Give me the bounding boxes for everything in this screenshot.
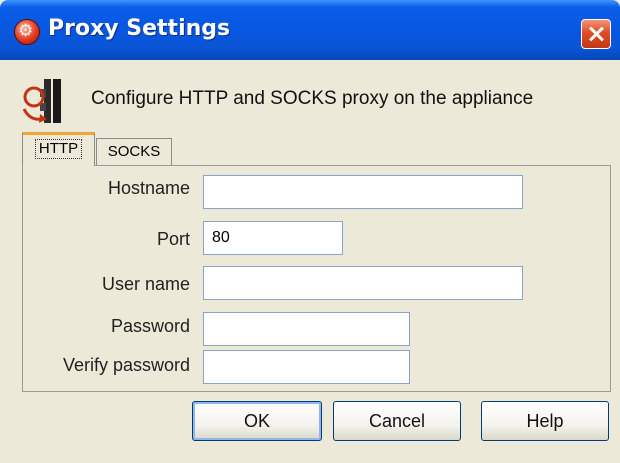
- port-field[interactable]: 80: [203, 221, 343, 255]
- tab-http-label: HTTP: [34, 139, 83, 159]
- hostname-label: Hostname: [107, 178, 190, 198]
- username-field[interactable]: [203, 266, 523, 300]
- hostname-field[interactable]: [203, 175, 523, 209]
- tab-socks[interactable]: SOCKS: [96, 138, 172, 166]
- password-field[interactable]: [203, 312, 410, 346]
- password-label: Password: [110, 316, 190, 336]
- cancel-button[interactable]: Cancel: [333, 401, 461, 441]
- app-icon: [14, 19, 40, 45]
- tab-http[interactable]: HTTP: [22, 132, 95, 166]
- verify-password-field[interactable]: [203, 350, 410, 384]
- help-button[interactable]: Help: [481, 401, 609, 441]
- username-label: User name: [101, 274, 190, 294]
- window-title: Proxy Settings: [48, 16, 231, 41]
- ok-button[interactable]: OK: [192, 401, 322, 441]
- port-label: Port: [156, 229, 190, 249]
- close-button[interactable]: [581, 19, 611, 49]
- verify-password-label: Verify password: [62, 355, 190, 375]
- proxy-connector-icon: [22, 79, 61, 123]
- title-bar[interactable]: Proxy Settings: [0, 0, 620, 60]
- proxy-settings-dialog: Proxy Settings Configure HTTP and SOCKS …: [0, 0, 620, 463]
- header-description: Configure HTTP and SOCKS proxy on the ap…: [91, 88, 534, 109]
- tab-socks-label: SOCKS: [107, 143, 161, 160]
